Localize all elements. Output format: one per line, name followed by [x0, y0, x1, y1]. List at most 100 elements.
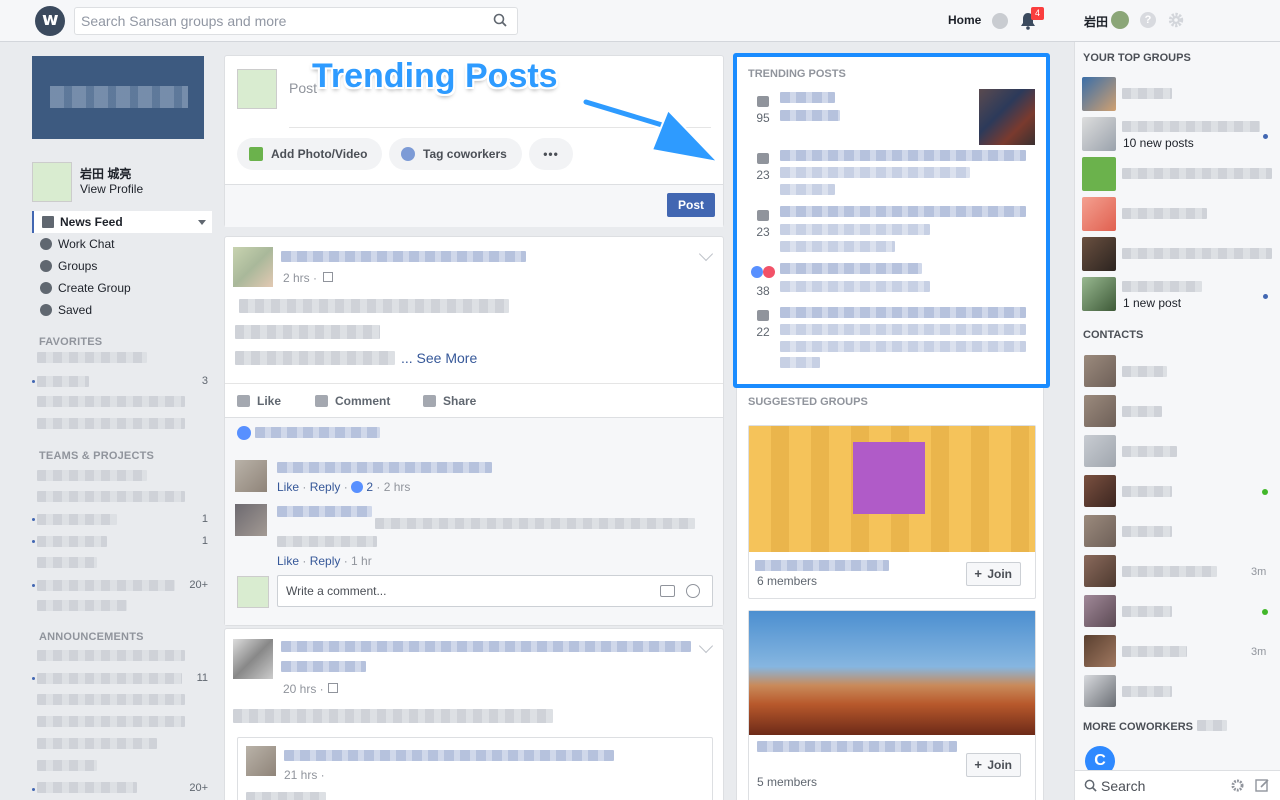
share-button[interactable]: Share [423, 384, 476, 418]
contact-name[interactable] [1122, 366, 1167, 377]
trending-post-title[interactable] [780, 307, 1026, 318]
nav-work-chat[interactable]: Work Chat [32, 233, 212, 255]
contact-name[interactable] [1122, 526, 1172, 537]
group-name[interactable] [1122, 208, 1207, 219]
suggested-group-card[interactable]: 6 members Join [748, 425, 1036, 599]
trending-post-title[interactable] [780, 281, 930, 292]
contacts-search[interactable] [1075, 770, 1280, 800]
group-name[interactable] [281, 661, 366, 672]
nav-create-group[interactable]: Create Group [32, 277, 212, 299]
contact-avatar[interactable] [1084, 515, 1116, 547]
compose-icon[interactable] [1255, 778, 1270, 793]
announcement-item[interactable] [37, 760, 97, 771]
comment-reply-link[interactable]: Reply [310, 554, 341, 568]
smile-icon[interactable] [686, 584, 700, 598]
post-time[interactable]: 2 hrs · [283, 271, 317, 285]
comment-button[interactable]: Comment [315, 384, 390, 418]
contacts-search-input[interactable] [1101, 776, 1221, 796]
group-avatar[interactable] [1082, 77, 1116, 111]
announcement-item[interactable] [37, 673, 182, 684]
chevron-down-icon[interactable] [198, 220, 206, 225]
contact-name[interactable] [1122, 446, 1177, 457]
trending-post-title[interactable] [780, 206, 1026, 217]
group-avatar[interactable] [1082, 117, 1116, 151]
contact-avatar[interactable] [1084, 555, 1116, 587]
user-avatar[interactable] [1111, 11, 1129, 29]
profile-avatar[interactable] [32, 162, 72, 202]
add-photo-video-button[interactable]: Add Photo/Video [237, 138, 382, 170]
search-bar[interactable] [74, 7, 518, 35]
group-name[interactable] [757, 741, 957, 752]
comment-like-count[interactable]: 2 [366, 480, 373, 494]
like-button[interactable]: Like [237, 384, 281, 418]
search-input[interactable] [75, 8, 475, 34]
commenter-avatar[interactable] [235, 504, 267, 536]
announcement-item[interactable] [37, 738, 157, 749]
trending-post-title[interactable] [780, 110, 840, 121]
help-icon[interactable]: ? [1140, 12, 1156, 28]
company-banner[interactable] [32, 56, 204, 139]
contact-name[interactable] [1122, 566, 1217, 577]
contact-name[interactable] [1122, 486, 1172, 497]
trending-post-title[interactable] [780, 357, 820, 368]
favorite-item[interactable] [37, 352, 147, 363]
contact-avatar[interactable] [1084, 395, 1116, 427]
contact-avatar[interactable] [1084, 475, 1116, 507]
commenter-avatar[interactable] [235, 460, 267, 492]
comment-input[interactable] [278, 576, 638, 606]
shared-author-name[interactable] [284, 750, 614, 761]
shared-post-time[interactable]: 21 hrs · [284, 768, 325, 782]
user-name[interactable]: 岩田 [1084, 13, 1108, 30]
trending-post-title[interactable] [780, 224, 930, 235]
tag-coworkers-button[interactable]: Tag coworkers [389, 138, 522, 170]
home-link[interactable]: Home [948, 13, 981, 27]
group-cover-image[interactable] [749, 611, 1035, 735]
team-item[interactable] [37, 536, 107, 547]
contact-name[interactable] [1122, 406, 1162, 417]
profile-name[interactable]: 岩田 城亮 [80, 165, 131, 182]
announcement-item[interactable] [37, 650, 185, 661]
author-name[interactable] [281, 641, 691, 652]
trending-post-title[interactable] [780, 263, 922, 274]
trending-post-title[interactable] [780, 92, 835, 103]
team-item[interactable] [37, 470, 147, 481]
team-item[interactable] [37, 557, 97, 568]
favorite-item[interactable] [37, 396, 185, 407]
group-name[interactable] [1122, 248, 1272, 259]
author-avatar[interactable] [233, 639, 273, 679]
group-avatar[interactable] [1082, 237, 1116, 271]
gear-icon[interactable] [1230, 778, 1245, 793]
group-avatar[interactable] [1082, 197, 1116, 231]
comment-box[interactable] [277, 575, 713, 607]
group-name[interactable] [1122, 168, 1272, 179]
view-profile-link[interactable]: View Profile [80, 182, 143, 196]
nav-news-feed[interactable]: News Feed [32, 211, 212, 233]
workplace-logo-icon[interactable] [35, 6, 65, 36]
team-item[interactable] [37, 600, 127, 611]
announcement-item[interactable] [37, 694, 185, 705]
trending-post-title[interactable] [780, 167, 970, 178]
suggested-group-card[interactable]: 5 members Join [748, 610, 1036, 800]
see-more-link[interactable]: ... See More [401, 350, 477, 366]
contact-name[interactable] [1122, 646, 1187, 657]
announcement-item[interactable] [37, 782, 137, 793]
chevron-down-icon[interactable] [698, 246, 714, 262]
group-name[interactable] [755, 560, 889, 571]
group-avatar[interactable] [1082, 157, 1116, 191]
comment-author[interactable] [277, 506, 372, 517]
contact-avatar[interactable] [1084, 635, 1116, 667]
shared-author-avatar[interactable] [246, 746, 276, 776]
shared-post[interactable]: 21 hrs · [237, 737, 713, 800]
author-name[interactable] [281, 251, 526, 262]
group-cover-image[interactable] [749, 426, 1035, 552]
nav-groups[interactable]: Groups [32, 255, 212, 277]
more-options-button[interactable]: ••• [529, 138, 573, 170]
comment-like-link[interactable]: Like [277, 480, 299, 494]
camera-icon[interactable] [660, 585, 675, 597]
join-group-button[interactable]: Join [966, 753, 1021, 777]
group-avatar[interactable] [1082, 277, 1116, 311]
team-item[interactable] [37, 491, 185, 502]
trending-post-title[interactable] [780, 150, 1026, 161]
author-avatar[interactable] [233, 247, 273, 287]
chevron-down-icon[interactable] [698, 638, 714, 654]
